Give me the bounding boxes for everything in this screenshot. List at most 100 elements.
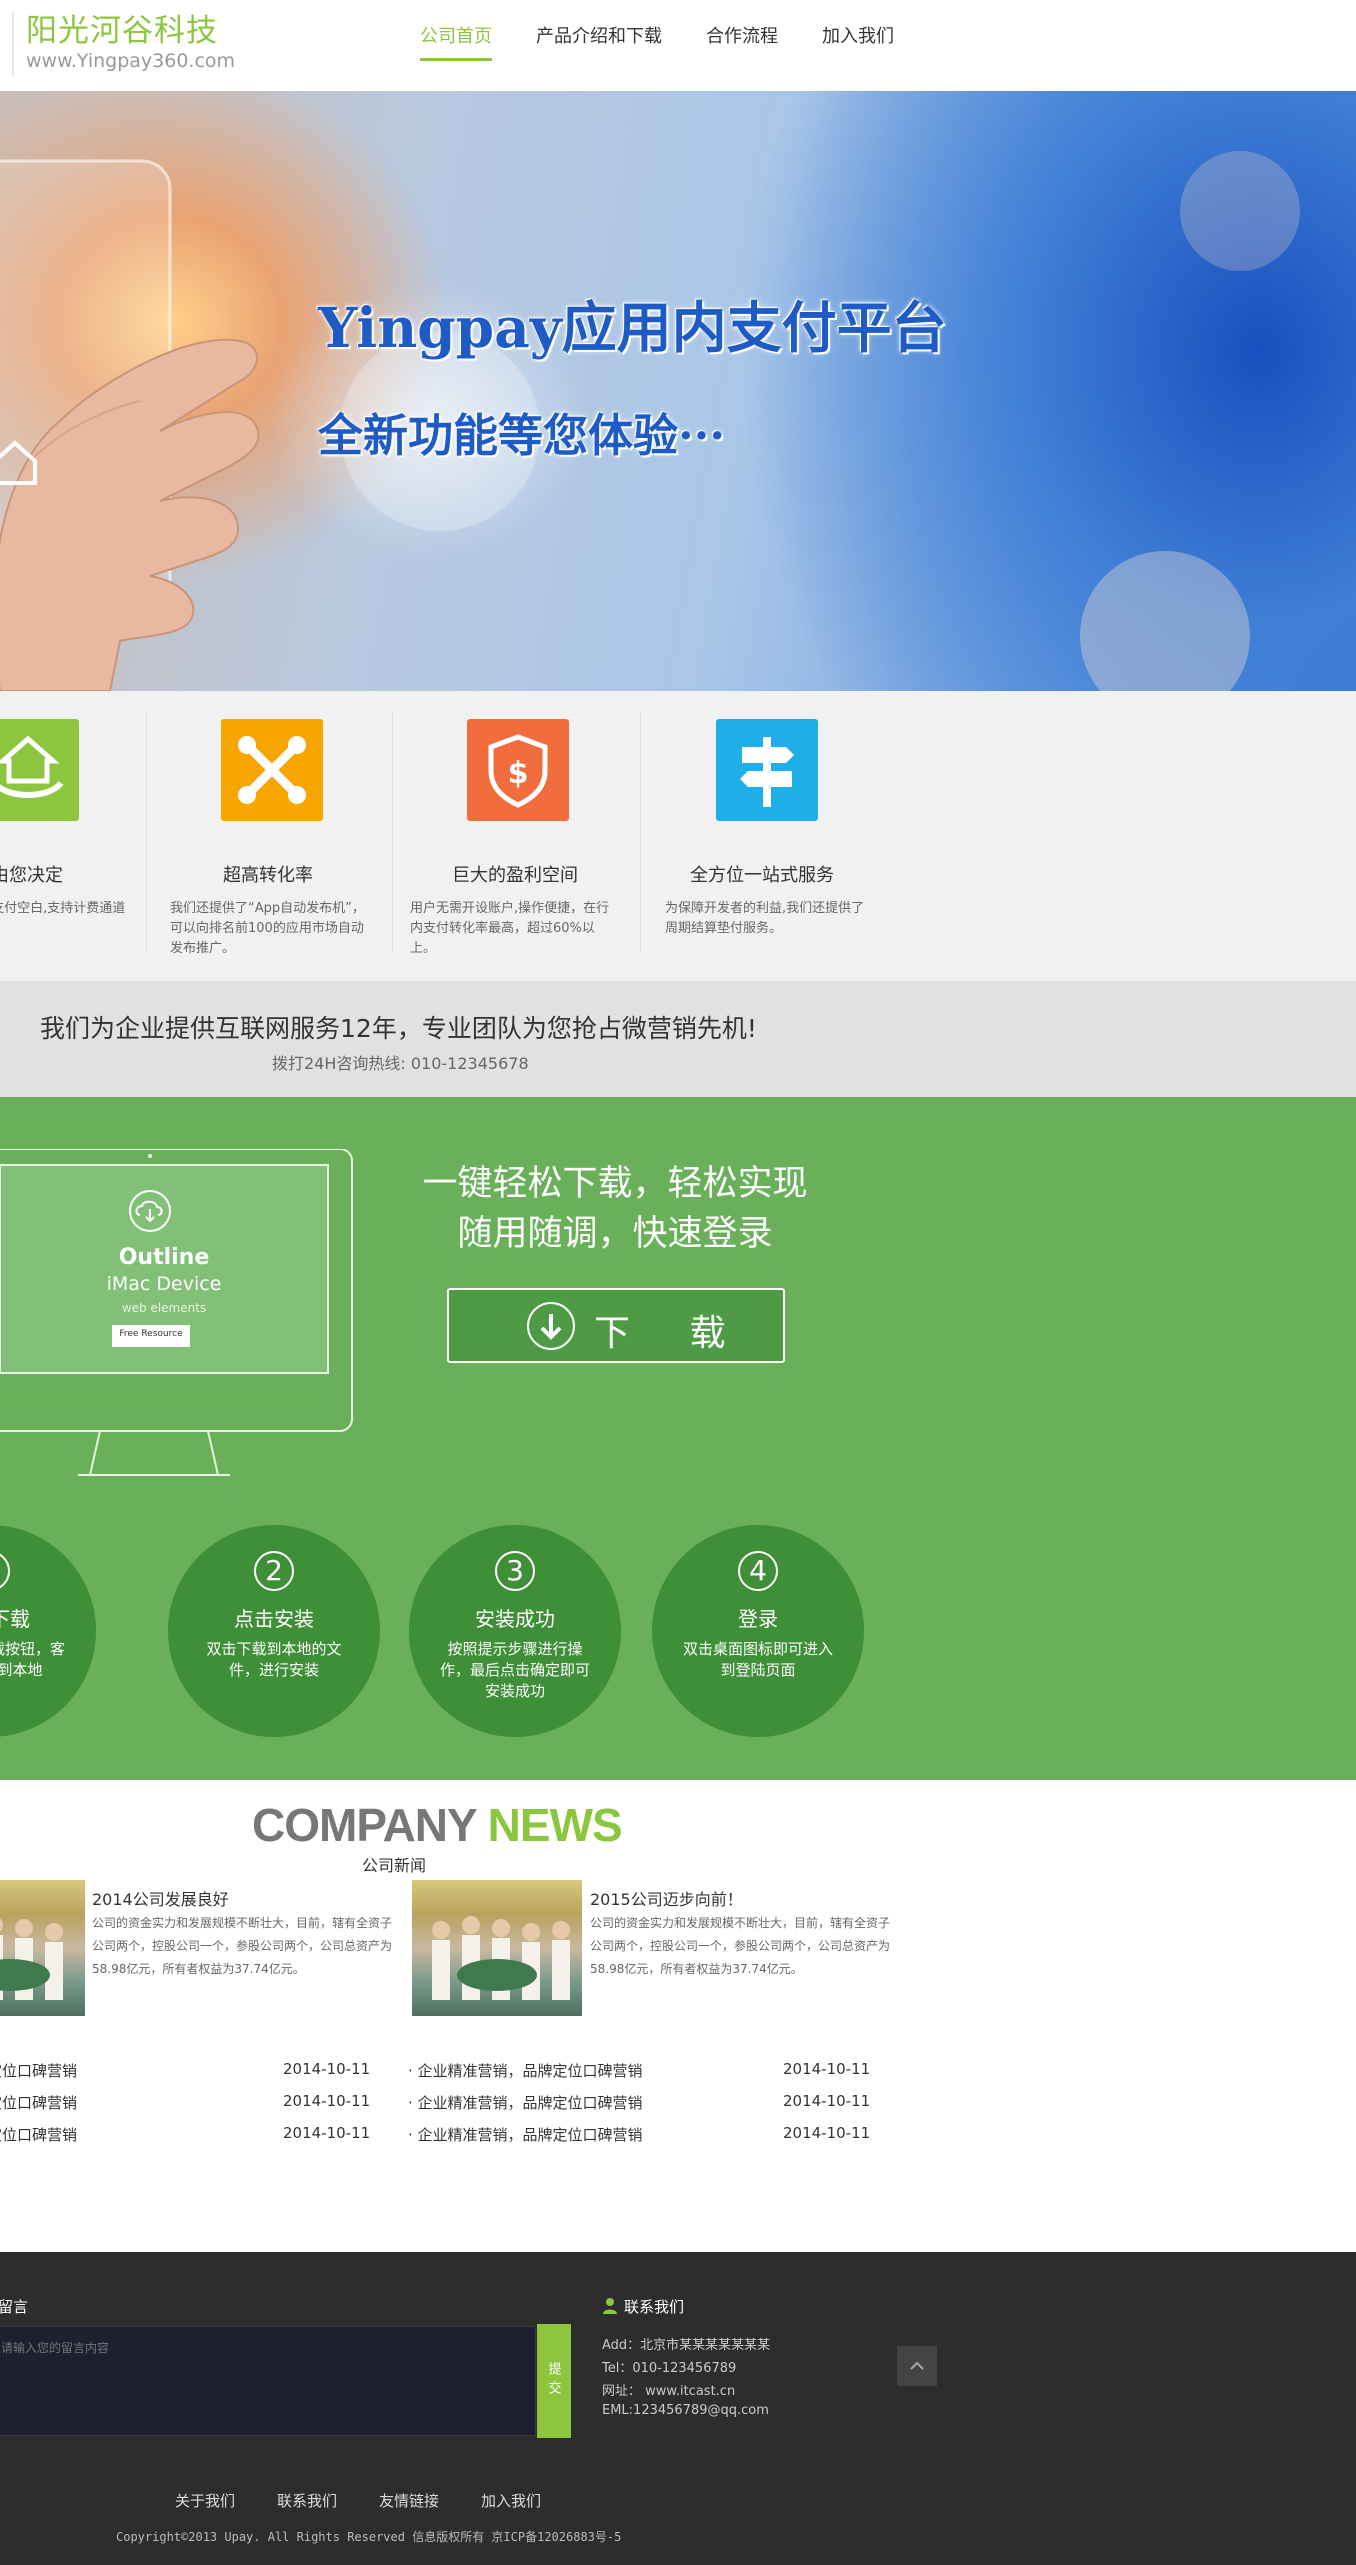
promo-headline: 我们为企业提供互联网服务12年，专业团队为您抢占微营销先机! bbox=[40, 1014, 757, 1043]
footer-link-contact[interactable]: 联系我们 bbox=[277, 2490, 337, 2511]
house-hand-icon bbox=[0, 719, 79, 821]
divider bbox=[392, 711, 393, 951]
download-button[interactable]: 下 载 bbox=[447, 1288, 785, 1363]
step-item: 1 点击下载 点击上方下载按钮，客户端下载到本地 bbox=[0, 1525, 96, 1737]
step-desc: 点击上方下载按钮，客户端下载到本地 bbox=[0, 1640, 65, 1679]
divider bbox=[640, 711, 641, 951]
svg-text:$: $ bbox=[508, 756, 529, 791]
message-label: 在线留言 bbox=[0, 2298, 29, 2316]
step-number: 2 bbox=[254, 1551, 294, 1591]
news-item-desc: 公司的资金实力和发展规模不断壮大，目前，辖有全资子公司两个，控股公司一个，参股公… bbox=[590, 1916, 891, 1976]
step-title: 点击下载 bbox=[0, 1607, 30, 1631]
news-heading-company: COMPANY bbox=[252, 1799, 477, 1851]
news-item-title: 2015公司迈步向前！ bbox=[590, 1890, 743, 1909]
step-desc: 按照提示步骤进行操作，最后点击确定即可安装成功 bbox=[439, 1640, 590, 1700]
news-heading-news: NEWS bbox=[487, 1799, 623, 1851]
footer-link-join[interactable]: 加入我们 bbox=[481, 2490, 541, 2511]
news-list-date: 2014-10-11 bbox=[283, 2060, 371, 2078]
feature-title: 巨大的盈利空间 bbox=[452, 865, 578, 886]
feature-title: 超高转化率 bbox=[223, 865, 313, 886]
hero-banner: Yingpay应用内支付平台 全新功能等您体验··· bbox=[0, 91, 1356, 691]
logo-url: www.Yingpay360.com bbox=[26, 50, 236, 72]
imac-illustration: Outline iMac Device web elements Free Re… bbox=[0, 1149, 356, 1479]
message-textarea[interactable] bbox=[0, 2326, 536, 2436]
step-number: 1 bbox=[0, 1551, 10, 1591]
contact-title: 联系我们 bbox=[624, 2298, 685, 2316]
nav-join[interactable]: 加入我们 bbox=[822, 22, 894, 61]
news-list-date: 2014-10-11 bbox=[783, 2124, 871, 2142]
submit-button[interactable]: 提交 bbox=[537, 2324, 571, 2438]
logo-name: 阳光河谷科技 bbox=[26, 13, 218, 49]
download-headline: 一键轻松下载，轻松实现 随用随调，快速登录 bbox=[380, 1159, 850, 1259]
download-section: Outline iMac Device web elements Free Re… bbox=[0, 1097, 1356, 1780]
news-heading: COMPANY NEWS bbox=[252, 1798, 623, 1852]
divider bbox=[146, 711, 147, 951]
news-image bbox=[0, 1880, 85, 2016]
hotline: 拨打24H咨询热线: 010-12345678 bbox=[272, 1054, 529, 1073]
banner-subtitle: 全新功能等您体验··· bbox=[318, 409, 726, 462]
contact-address: Add：北京市某某某某某某某 bbox=[602, 2338, 771, 2353]
contact-website[interactable]: 网址： www.itcast.cn bbox=[602, 2380, 735, 2399]
contact-email[interactable]: EML:123456789@qq.com bbox=[602, 2403, 769, 2418]
copyright: Copyright©2013 Upay. All Rights Reserved… bbox=[116, 2530, 622, 2544]
footer-link-friends[interactable]: 友情链接 bbox=[379, 2490, 439, 2511]
feature-title: 全方位一站式服务 bbox=[690, 865, 834, 886]
news-list-item[interactable]: · 企业精准营销，品牌定位口碑营销 bbox=[408, 2124, 643, 2145]
user-icon bbox=[602, 2297, 618, 2319]
news-list-item[interactable]: · 企业精准营销，品牌定位口碑营销 bbox=[408, 2060, 643, 2081]
step-item: 4 登录 双击桌面图标即可进入到登陆页面 bbox=[652, 1525, 864, 1737]
news-image bbox=[412, 1880, 582, 2016]
news-item-title: 2014公司发展良好 bbox=[92, 1890, 229, 1909]
step-number: 3 bbox=[495, 1551, 535, 1591]
feature-desc: 为保障开发者的利益,我们还提供了周期结算垫付服务。 bbox=[665, 901, 865, 936]
imac-small-text: web elements bbox=[121, 1301, 207, 1315]
step-title: 登录 bbox=[738, 1607, 778, 1631]
feature-desc: 需求,弥补支付空白,支持计费通道自由转换。 bbox=[0, 901, 126, 936]
news-list-item[interactable]: 企业精准营销，品牌定位口碑营销 bbox=[0, 2124, 77, 2145]
news-list-date: 2014-10-11 bbox=[783, 2092, 871, 2110]
hand-phone-illustration bbox=[0, 159, 260, 691]
step-item: 2 点击安装 双击下载到本地的文件，进行安装 bbox=[168, 1525, 380, 1737]
step-number: 4 bbox=[738, 1551, 778, 1591]
news-list-item[interactable]: 企业精准营销，品牌定位口碑营销 bbox=[0, 2092, 77, 2113]
nav-home[interactable]: 公司首页 bbox=[420, 22, 492, 61]
news-item[interactable]: 2015公司迈步向前！ 公司的资金实力和发展规模不断壮大，目前，辖有全资子公司两… bbox=[412, 1880, 892, 2016]
news-list-item[interactable]: · 企业精准营销，品牌定位口碑营销 bbox=[408, 2092, 643, 2113]
back-to-top-button[interactable] bbox=[897, 2346, 937, 2386]
features-section: 需求由您决定 需求,弥补支付空白,支持计费通道自由转换。 超高转化率 我们还提供… bbox=[0, 691, 1356, 981]
download-button-label: 下 载 bbox=[594, 1313, 750, 1354]
news-subtitle: 公司新闻 bbox=[362, 1856, 427, 1875]
feature-desc: 用户无需开设账户,操作便捷，在行内支付转化率最高，超过60%以上。 bbox=[410, 901, 610, 956]
contact-tel: Tel：010-123456789 bbox=[602, 2361, 737, 2376]
download-arrow-icon bbox=[527, 1302, 575, 1350]
dollar-shield-icon: $ bbox=[467, 719, 569, 821]
banner-title: Yingpay应用内支付平台 bbox=[318, 295, 947, 360]
step-desc: 双击桌面图标即可进入到登陆页面 bbox=[682, 1640, 833, 1679]
free-resource-button[interactable]: Free Resource bbox=[112, 1329, 190, 1339]
news-item[interactable]: 2014公司发展良好 公司的资金实力和发展规模不断壮大，目前，辖有全资子公司两个… bbox=[0, 1880, 400, 2016]
step-desc: 双击下载到本地的文件，进行安装 bbox=[206, 1640, 342, 1679]
step-title: 安装成功 bbox=[475, 1607, 555, 1631]
bokeh-light bbox=[1080, 551, 1250, 691]
news-list-date: 2014-10-11 bbox=[783, 2060, 871, 2078]
signpost-icon bbox=[716, 719, 818, 821]
promo-strip: 我们为企业提供互联网服务12年，专业团队为您抢占微营销先机! 拨打24H咨询热线… bbox=[0, 981, 1356, 1097]
news-list-date: 2014-10-11 bbox=[283, 2092, 371, 2110]
step-item: 3 安装成功 按照提示步骤进行操作，最后点击确定即可安装成功 bbox=[409, 1525, 621, 1737]
feature-title: 需求由您决定 bbox=[0, 865, 63, 886]
contact-heading: 联系我们 bbox=[602, 2296, 684, 2319]
step-title: 点击安装 bbox=[234, 1607, 314, 1631]
footer: 在线留言 提交 联系我们 Add：北京市某某某某某某某 Tel：010-1234… bbox=[0, 2252, 1356, 2565]
logo[interactable]: 阳光河谷科技 www.Yingpay360.com bbox=[12, 12, 235, 76]
news-list-date: 2014-10-11 bbox=[283, 2124, 371, 2142]
page: 阳光河谷科技 www.Yingpay360.com 公司首页 产品介绍和下载 合… bbox=[0, 0, 1356, 2565]
nav-cooperation[interactable]: 合作流程 bbox=[706, 22, 778, 61]
joomla-icon bbox=[221, 719, 323, 821]
nav-products[interactable]: 产品介绍和下载 bbox=[536, 22, 662, 61]
download-headline-line1: 一键轻松下载，轻松实现 bbox=[422, 1164, 808, 1204]
imac-title: Outline bbox=[118, 1245, 210, 1270]
header: 阳光河谷科技 www.Yingpay360.com 公司首页 产品介绍和下载 合… bbox=[0, 0, 1356, 91]
news-list-item[interactable]: 企业精准营销，品牌定位口碑营销 bbox=[0, 2060, 77, 2081]
footer-link-about[interactable]: 关于我们 bbox=[175, 2490, 235, 2511]
imac-subtitle: iMac Device bbox=[106, 1273, 222, 1295]
